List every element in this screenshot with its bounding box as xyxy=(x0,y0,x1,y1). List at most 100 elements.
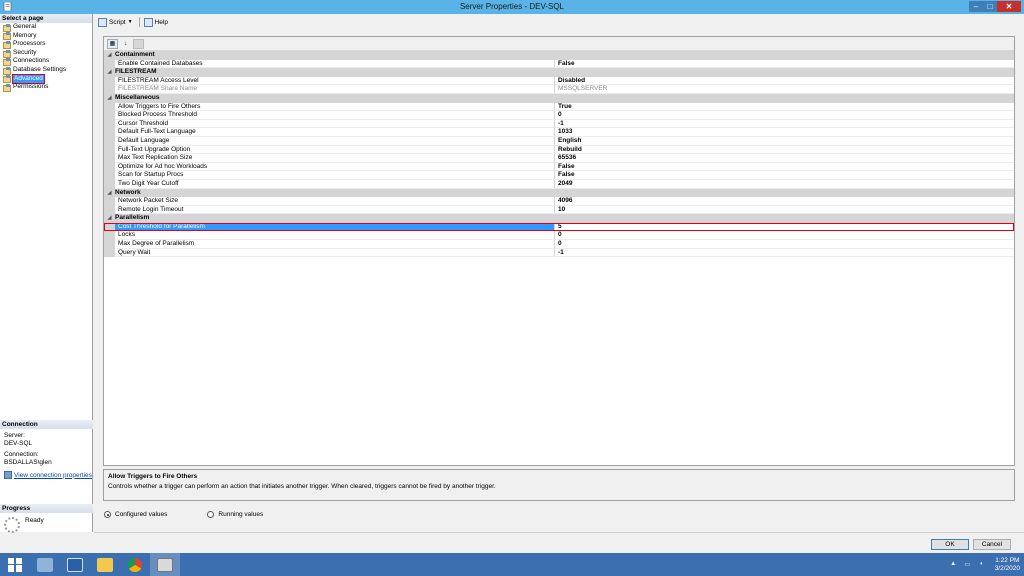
property-row[interactable]: Cost Threshold for Parallelism 5 xyxy=(104,222,1014,232)
title-bar: Server Properties - DEV-SQL – □ ✕ xyxy=(0,0,1024,14)
property-row[interactable]: FILESTREAM Access Level Disabled xyxy=(104,76,1014,86)
property-row[interactable]: Network Packet Size 4096 xyxy=(104,197,1014,206)
page-item-memory[interactable]: Memory xyxy=(3,32,92,41)
property-value[interactable]: Rebuild xyxy=(555,146,1014,155)
categorized-view-icon[interactable]: ▦ xyxy=(107,38,118,49)
taskbar-file-explorer[interactable] xyxy=(90,553,120,576)
page-item-connections[interactable]: Connections xyxy=(3,57,92,67)
property-value[interactable]: 0 xyxy=(555,111,1014,120)
property-value[interactable]: 4096 xyxy=(555,197,1014,206)
property-grid: ▦ ↓ ◢ Containment Enable Contained Databas… xyxy=(103,36,1015,466)
radio-selected-icon xyxy=(104,511,111,518)
collapse-icon[interactable]: ◢ xyxy=(104,51,115,60)
script-button[interactable]: Script ▼ xyxy=(98,17,133,27)
property-row[interactable]: Max Degree of Parallelism 0 xyxy=(104,240,1014,249)
property-value[interactable]: False xyxy=(555,163,1014,172)
help-button[interactable]: Help xyxy=(143,17,168,27)
property-row[interactable]: Cursor Threshold -1 xyxy=(104,119,1014,129)
page-icon xyxy=(3,58,11,67)
collapse-icon[interactable]: ◢ xyxy=(104,94,115,103)
running-values-radio[interactable]: Running values xyxy=(207,511,263,518)
server-label: Server: xyxy=(4,432,25,439)
network-icon[interactable]: ▭ xyxy=(963,561,972,569)
volume-icon[interactable]: ◖ xyxy=(977,561,986,569)
category-row[interactable]: ◢ FILESTREAM xyxy=(104,68,1014,77)
page-item-processors[interactable]: Processors xyxy=(3,40,92,49)
category-name: Miscellaneous xyxy=(115,93,160,101)
page-item-security[interactable]: Security xyxy=(3,49,92,58)
page-item-label: Security xyxy=(13,48,37,56)
property-value[interactable]: 0 xyxy=(555,240,1014,249)
taskbar-powershell[interactable] xyxy=(60,553,90,576)
property-value[interactable]: MSSQLSERVER xyxy=(555,85,1014,94)
property-value[interactable]: True xyxy=(555,103,1014,112)
property-row[interactable]: Default Language English xyxy=(104,136,1014,146)
start-button[interactable] xyxy=(0,553,30,576)
taskbar-ssms[interactable] xyxy=(150,553,180,576)
radio-unselected-icon xyxy=(207,511,215,518)
property-value[interactable]: 0 xyxy=(555,231,1014,241)
page-item-permissions[interactable]: Permissions xyxy=(3,83,92,92)
collapse-icon[interactable]: ◢ xyxy=(104,189,115,198)
property-row[interactable]: Max Text Replication Size 65536 xyxy=(104,154,1014,163)
cancel-button[interactable]: Cancel xyxy=(973,539,1011,550)
property-value[interactable]: Disabled xyxy=(555,77,1014,86)
property-value[interactable]: 2049 xyxy=(555,180,1014,189)
property-name: FILESTREAM Share Name xyxy=(115,85,555,94)
page-item-advanced[interactable]: Advanced xyxy=(3,73,92,85)
page-item-general[interactable]: General xyxy=(3,23,92,32)
property-row[interactable]: Full-Text Upgrade Option Rebuild xyxy=(104,145,1014,155)
maximize-button[interactable]: □ xyxy=(983,1,997,12)
property-row[interactable]: Scan for Startup Procs False xyxy=(104,171,1014,180)
page-item-label: Advanced xyxy=(12,73,45,85)
property-row[interactable]: Allow Triggers to Fire Others True xyxy=(104,102,1014,112)
page-item-label: Connections xyxy=(13,57,50,65)
property-row[interactable]: FILESTREAM Share Name MSSQLSERVER xyxy=(104,85,1014,94)
property-value[interactable]: -1 xyxy=(555,249,1014,258)
minimize-button[interactable]: – xyxy=(969,1,983,12)
taskbar-server-manager[interactable] xyxy=(30,553,60,576)
category-row[interactable]: ◢ Miscellaneous xyxy=(104,93,1014,103)
configured-values-radio[interactable]: Configured values xyxy=(104,511,167,518)
clock-time: 1:22 PM xyxy=(995,556,1020,564)
chevron-up-icon[interactable]: ▲ xyxy=(949,561,958,569)
system-tray: ▲ ▭ ◖ 1:22 PM 3/2/2020 xyxy=(949,553,1020,576)
description-text: Controls whether a trigger can perform a… xyxy=(108,483,496,490)
page-item-label: Database Settings xyxy=(13,65,67,73)
property-value[interactable]: 5 xyxy=(555,223,1014,232)
property-row[interactable]: Optimize for Ad hoc Workloads False xyxy=(104,162,1014,172)
close-button[interactable]: ✕ xyxy=(997,1,1021,12)
property-value[interactable]: 10 xyxy=(555,206,1014,215)
property-value[interactable]: False xyxy=(555,60,1014,69)
window-title: Server Properties - DEV-SQL xyxy=(459,2,565,11)
property-row[interactable]: Remote Login Timeout 10 xyxy=(104,205,1014,215)
ok-button[interactable]: OK xyxy=(931,539,969,550)
property-row[interactable]: Default Full-Text Language 1033 xyxy=(104,128,1014,137)
category-row[interactable]: ◢ Network xyxy=(104,188,1014,198)
property-row[interactable]: Enable Contained Databases False xyxy=(104,59,1014,69)
alphabetical-sort-icon[interactable]: ↓ xyxy=(120,39,131,49)
taskbar-chrome[interactable] xyxy=(120,553,150,576)
collapse-icon[interactable]: ◢ xyxy=(104,214,115,223)
property-value[interactable]: False xyxy=(555,171,1014,180)
clock[interactable]: 1:22 PM 3/2/2020 xyxy=(995,557,1020,573)
category-row[interactable]: ◢ Parallelism xyxy=(104,214,1014,223)
category-row[interactable]: ◢ Containment xyxy=(104,51,1014,60)
dialog-button-bar: OK Cancel xyxy=(94,532,1024,553)
property-value[interactable]: 1033 xyxy=(555,128,1014,137)
property-row[interactable]: Blocked Process Threshold 0 xyxy=(104,111,1014,120)
connection-heading: Connection xyxy=(0,420,93,429)
property-value[interactable]: English xyxy=(555,137,1014,146)
property-pages-icon[interactable] xyxy=(133,38,144,49)
page-icon xyxy=(3,75,11,84)
taskbar: ▲ ▭ ◖ 1:22 PM 3/2/2020 xyxy=(0,553,1024,576)
property-row[interactable]: Locks 0 xyxy=(104,231,1014,241)
description-title: Allow Triggers to Fire Others xyxy=(108,473,198,480)
property-row[interactable]: Query Wait -1 xyxy=(104,248,1014,258)
property-value[interactable]: 65536 xyxy=(555,154,1014,163)
property-row[interactable]: Two Digit Year Cutoff 2049 xyxy=(104,179,1014,189)
collapse-icon[interactable]: ◢ xyxy=(104,68,115,77)
page-item-database-settings[interactable]: Database Settings xyxy=(3,66,92,75)
property-value[interactable]: -1 xyxy=(555,120,1014,129)
view-connection-properties-link[interactable]: View connection properties xyxy=(14,472,92,479)
